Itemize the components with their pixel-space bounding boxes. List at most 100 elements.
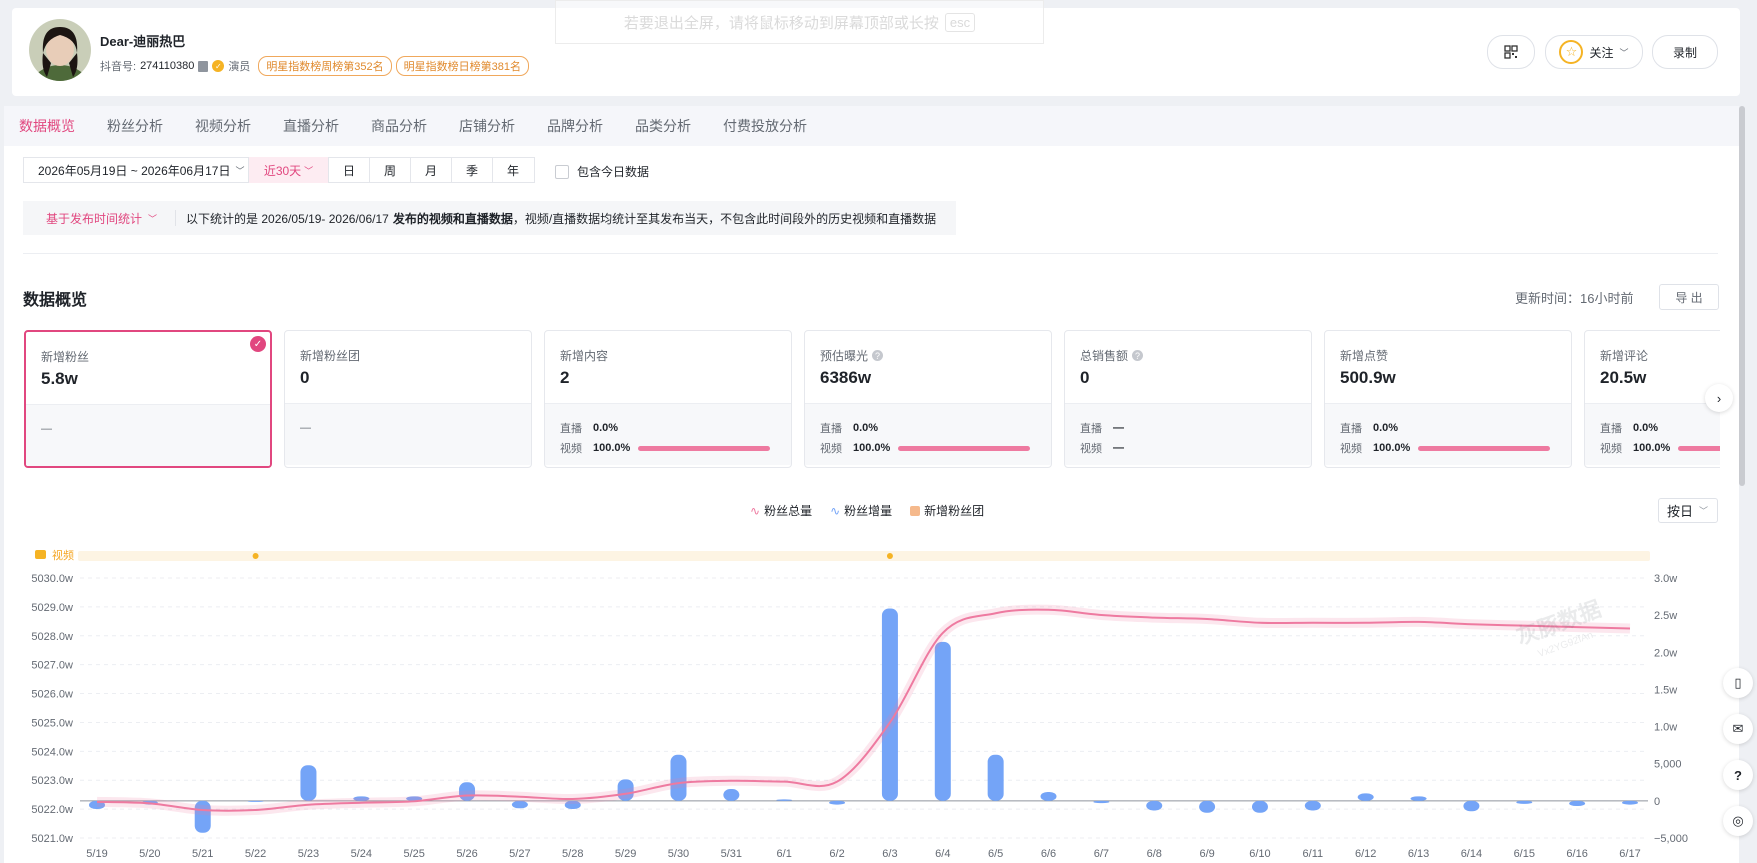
- tab-live[interactable]: 直播分析: [283, 116, 339, 136]
- metric-card-new-fan-club[interactable]: 新增粉丝团 0 —: [284, 330, 532, 468]
- x-tick: 6/9: [1199, 848, 1214, 860]
- card-dash: —: [41, 423, 52, 435]
- legend-item-total-fans[interactable]: ∿ 粉丝总量: [750, 502, 812, 519]
- x-tick: 5/31: [721, 848, 742, 860]
- live-share: 0.0%: [853, 422, 879, 434]
- period-month[interactable]: 月: [411, 157, 452, 183]
- help-icon[interactable]: ?: [872, 350, 884, 361]
- check-icon: ✓: [250, 336, 266, 352]
- metric-card-new-fans[interactable]: 新增粉丝 5.8w — ✓: [24, 330, 272, 468]
- chevron-down-icon: ﹀: [1699, 506, 1709, 516]
- chart-legend: ∿ 粉丝总量 ∿ 粉丝增量 新增粉丝团: [750, 502, 984, 519]
- y-left-tick: 5024.0w: [31, 746, 73, 758]
- tab-store[interactable]: 店铺分析: [459, 116, 515, 136]
- stats-notice: 基于发布时间统计 ﹀ 以下统计的是 2026/05/19- 2026/06/17…: [23, 201, 956, 235]
- bar-6/11: [1304, 800, 1321, 811]
- tab-video[interactable]: 视频分析: [195, 116, 251, 136]
- y-right-tick: 2.5w: [1654, 610, 1677, 622]
- qrcode-button[interactable]: [1487, 35, 1535, 69]
- esc-key-hint: esc: [944, 12, 976, 32]
- live-label: 直播: [1340, 423, 1362, 435]
- x-tick: 5/30: [668, 848, 689, 860]
- date-range-picker[interactable]: 2026年05月19日 ~ 2026年06月17日 ﹀: [23, 157, 249, 183]
- x-tick: 6/14: [1461, 848, 1482, 860]
- metric-card-new-content[interactable]: 新增内容 2 直播 0.0% 视频 100.0%: [544, 330, 792, 468]
- x-tick: 5/24: [351, 848, 372, 860]
- bar-6/13: [1410, 796, 1427, 801]
- stat-mode-label: 基于发布时间统计: [46, 211, 143, 226]
- update-time-label: 更新时间：: [1515, 291, 1581, 306]
- video-share-bar: [898, 445, 1030, 451]
- y-left-tick: 5025.0w: [31, 717, 73, 729]
- bar-6/2: [829, 800, 846, 805]
- copy-icon[interactable]: [198, 60, 209, 72]
- bar-6/7: [1093, 800, 1110, 804]
- qrcode-icon: [1504, 45, 1518, 59]
- tab-overview[interactable]: 数据概览: [19, 116, 75, 148]
- metric-card-new-likes[interactable]: 新增点赞 500.9w 直播 0.0% 视频 100.0%: [1324, 330, 1572, 468]
- tab-brand[interactable]: 品牌分析: [547, 116, 603, 136]
- bar-5/23: [300, 765, 317, 801]
- recent-30-days[interactable]: 近30天 ﹀: [249, 157, 329, 183]
- y-left-tick: 5022.0w: [31, 804, 73, 816]
- chevron-down-icon: ﹀: [148, 213, 158, 224]
- tab-paid-ads[interactable]: 付费投放分析: [723, 116, 807, 136]
- avatar[interactable]: [29, 19, 91, 81]
- bar-5/31: [723, 788, 740, 801]
- help-icon[interactable]: ?: [1723, 760, 1753, 790]
- video-marker: [886, 553, 893, 559]
- toast-text: 若要退出全屏，请将鼠标移动到屏幕顶部或长按: [623, 14, 939, 32]
- section-title: 数据概览: [23, 292, 88, 309]
- mail-icon[interactable]: ✉: [1723, 714, 1753, 744]
- weekly-rank-badge[interactable]: 明星指数榜周榜第352名: [258, 56, 392, 76]
- page-scrollbar[interactable]: [1739, 106, 1745, 486]
- x-tick: 6/7: [1094, 848, 1109, 860]
- granularity-select[interactable]: 按日 ﹀: [1658, 498, 1718, 523]
- phone-icon[interactable]: ▯: [1723, 668, 1753, 698]
- card-value: 0: [300, 368, 310, 387]
- x-tick: 6/17: [1619, 848, 1640, 860]
- profile-meta: 抖音号: 274110380 ✓ 演员 明星指数榜周榜第352名 明星指数榜日榜…: [100, 56, 530, 76]
- period-day[interactable]: 日: [329, 157, 370, 183]
- period-week[interactable]: 周: [370, 157, 411, 183]
- x-tick: 6/5: [988, 848, 1003, 860]
- legend-item-fan-increment[interactable]: ∿ 粉丝增量: [830, 502, 892, 519]
- wechat-icon[interactable]: ◎: [1723, 806, 1753, 836]
- metric-card-est-exposure[interactable]: 预估曝光? 6386w 直播 0.0% 视频 100.0%: [804, 330, 1052, 468]
- live-share: —: [1113, 422, 1124, 434]
- x-tick: 6/11: [1303, 848, 1324, 860]
- follow-button[interactable]: ☆ 关注 ﹀: [1545, 35, 1643, 69]
- cards-next-arrow[interactable]: ›: [1705, 384, 1733, 412]
- y-right-tick: −5,000: [1654, 833, 1688, 845]
- douyin-id-label: 抖音号:: [100, 61, 137, 73]
- date-range-value: 2026年05月19日 ~ 2026年06月17日: [38, 163, 231, 178]
- y-left-tick: 5021.0w: [31, 833, 73, 845]
- help-icon[interactable]: ?: [1132, 350, 1144, 361]
- x-tick: 5/27: [509, 848, 530, 860]
- include-today-checkbox[interactable]: [555, 164, 569, 179]
- legend-item-new-fan-club[interactable]: 新增粉丝团: [910, 502, 984, 519]
- video-label: 视频: [1080, 443, 1102, 455]
- daily-rank-badge[interactable]: 明星指数榜日榜第381名: [395, 56, 530, 76]
- x-tick: 6/13: [1408, 848, 1429, 860]
- video-track: 视频: [35, 548, 1650, 562]
- bar-5/22: [247, 800, 264, 802]
- stat-mode-dropdown[interactable]: 基于发布时间统计 ﹀: [23, 210, 177, 226]
- record-button[interactable]: 录制: [1652, 35, 1718, 69]
- export-button[interactable]: 导 出: [1659, 284, 1719, 310]
- tab-fans[interactable]: 粉丝分析: [107, 116, 163, 136]
- tab-category[interactable]: 品类分析: [635, 116, 691, 136]
- verified-icon: ✓: [212, 60, 225, 72]
- y-right-tick: 0: [1654, 796, 1660, 808]
- metric-card-total-sales[interactable]: 总销售额? 0 直播 — 视频 —: [1064, 330, 1312, 468]
- period-quarter[interactable]: 季: [452, 157, 493, 183]
- tab-goods[interactable]: 商品分析: [371, 116, 427, 136]
- video-share-bar: [1678, 445, 1720, 451]
- include-today-toggle[interactable]: 包含今日数据: [555, 163, 649, 180]
- x-tick: 5/22: [245, 848, 266, 860]
- live-label: 直播: [1080, 423, 1102, 435]
- video-label: 视频: [820, 443, 842, 455]
- period-year[interactable]: 年: [493, 157, 533, 183]
- y-left-tick: 5023.0w: [31, 775, 73, 787]
- metric-card-new-comments[interactable]: 新增评论 20.5w 直播 0.0% 视频 100.0%: [1584, 330, 1720, 468]
